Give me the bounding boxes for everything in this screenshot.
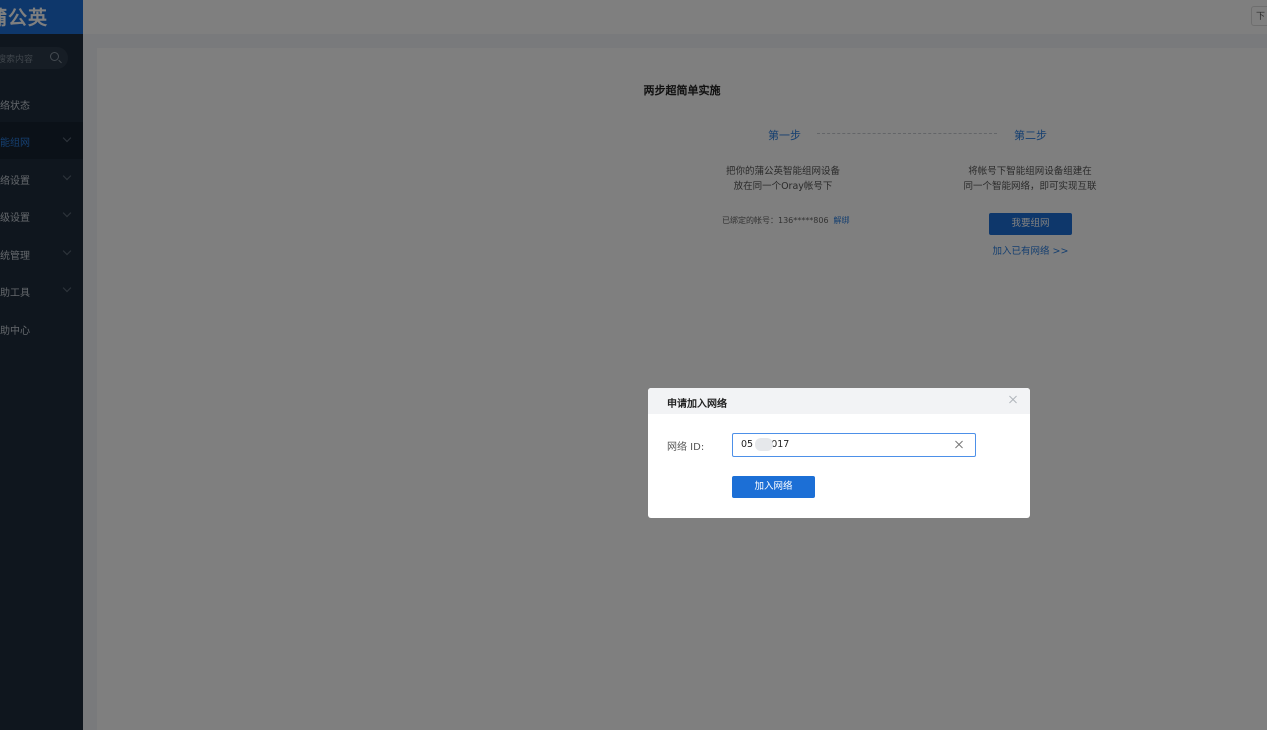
dialog-header: 申请加入网络 [648,388,1030,414]
clear-icon[interactable] [954,440,963,449]
dialog-title: 申请加入网络 [667,399,727,410]
join-network-button[interactable]: 加入网络 [732,476,815,498]
modal-overlay[interactable] [0,0,1267,730]
close-icon[interactable] [1008,394,1018,404]
network-id-field[interactable] [732,433,976,457]
join-network-dialog: 申请加入网络 网络 ID: 加入网络 [648,388,1030,518]
masked-digits [755,438,773,451]
network-id-label: 网络 ID: [667,442,705,453]
